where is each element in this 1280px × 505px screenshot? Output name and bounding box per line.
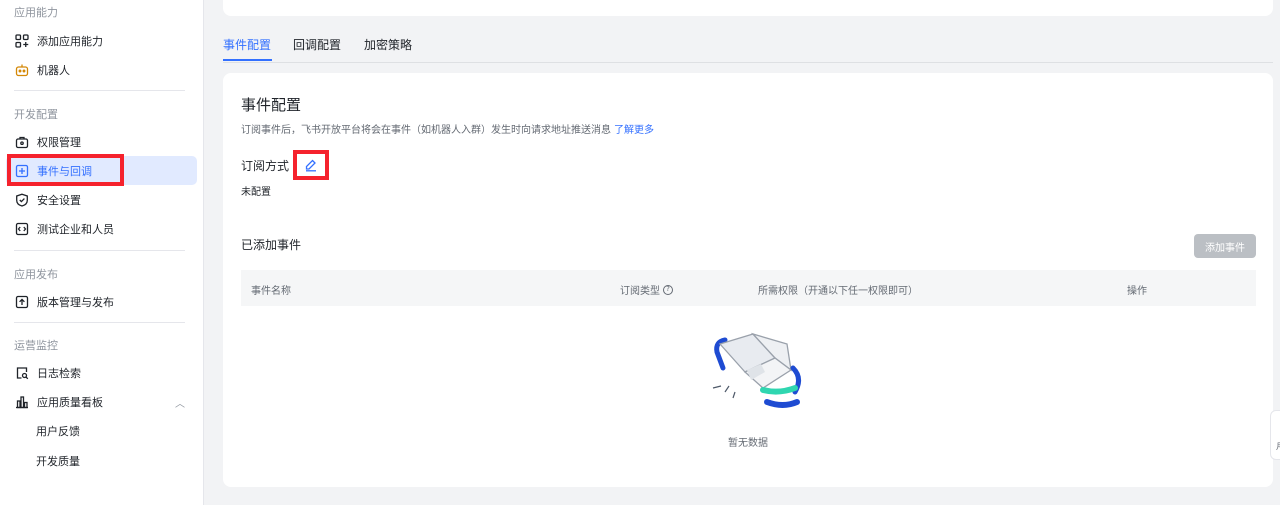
added-events-title: 已添加事件 xyxy=(241,238,302,252)
events-table-header: 事件名称 订阅类型 ? 所需权限（开通以下任一权限即可） 操作 xyxy=(241,270,1256,306)
th-subscription-type: 订阅类型 ? xyxy=(620,282,673,297)
sidebar-item-label: 权限管理 xyxy=(37,135,81,149)
section-title-app-capability: 应用能力 xyxy=(14,6,58,19)
bot-icon xyxy=(15,63,29,77)
sidebar-item-version[interactable]: 版本管理与发布 xyxy=(6,287,197,316)
tab-encryption[interactable]: 加密策略 xyxy=(364,34,412,62)
sidebar-item-label: 安全设置 xyxy=(37,193,81,207)
sidebar-divider xyxy=(14,90,185,91)
permission-icon xyxy=(15,135,29,149)
sidebar-item-user-feedback[interactable]: 用户反馈 xyxy=(6,416,197,445)
sidebar-item-bot[interactable]: 机器人 xyxy=(6,55,197,84)
th-required-permissions: 所需权限（开通以下任一权限即可） xyxy=(758,286,918,297)
sidebar-item-label: 事件与回调 xyxy=(37,164,92,178)
sidebar-item-label: 机器人 xyxy=(37,63,70,77)
sidebar-item-label: 版本管理与发布 xyxy=(37,295,114,309)
th-subscription-type-label: 订阅类型 xyxy=(620,286,660,297)
sidebar-item-label: 开发质量 xyxy=(36,454,80,468)
sidebar-item-events-callbacks[interactable]: 事件与回调 xyxy=(6,156,197,185)
sidebar-item-dev-quality[interactable]: 开发质量 xyxy=(6,446,197,475)
question-icon[interactable]: ? xyxy=(663,284,673,295)
sidebar-item-permissions[interactable]: 权限管理 xyxy=(6,127,197,156)
section-title-ops-monitor: 运营监控 xyxy=(14,339,58,352)
right-edge-tab[interactable]: 月 xyxy=(1270,410,1280,460)
empty-box-illustration xyxy=(705,328,805,418)
th-event-name: 事件名称 xyxy=(251,286,291,297)
subscription-method-label: 订阅方式 xyxy=(241,159,290,173)
test-company-icon xyxy=(15,222,29,236)
right-edge-tab-label: 月 xyxy=(1276,441,1280,452)
apps-add-icon xyxy=(15,33,29,48)
edit-icon[interactable] xyxy=(304,157,318,172)
tab-bar: 事件配置 回调配置 加密策略 xyxy=(223,34,1273,63)
sidebar-divider xyxy=(14,250,185,251)
sidebar-item-add-capability[interactable]: 添加应用能力 xyxy=(6,26,197,55)
section-title-app-release: 应用发布 xyxy=(14,268,58,281)
sidebar-divider xyxy=(14,322,185,323)
event-config-card: 事件配置 订阅事件后，飞书开放平台将会在事件（如机器人入群）发生时向请求地址推送… xyxy=(223,73,1273,487)
section-title-dev-config: 开发配置 xyxy=(14,108,58,121)
sidebar-item-label: 用户反馈 xyxy=(36,424,80,438)
log-search-icon xyxy=(15,366,29,380)
sidebar-item-security[interactable]: 安全设置 xyxy=(6,185,197,214)
event-icon xyxy=(15,164,29,178)
sidebar-item-test-company[interactable]: 测试企业和人员 xyxy=(6,214,197,243)
sidebar-item-label: 添加应用能力 xyxy=(37,34,103,48)
th-actions: 操作 xyxy=(1127,286,1147,297)
sidebar: 应用能力 添加应用能力 机器人 开发配置 权限管理 事件与回调 安全设置 测试企… xyxy=(0,0,204,505)
bar-chart-icon xyxy=(15,395,29,409)
tab-active-indicator xyxy=(223,59,272,61)
sidebar-item-quality-board[interactable]: 应用质量看板 ︿ xyxy=(6,387,197,416)
top-card xyxy=(223,0,1273,16)
empty-state-text: 暂无数据 xyxy=(728,438,768,449)
sidebar-item-label: 测试企业和人员 xyxy=(37,222,114,236)
add-event-button[interactable]: 添加事件 xyxy=(1194,234,1256,258)
sidebar-item-label: 应用质量看板 xyxy=(37,395,103,409)
description-text: 订阅事件后，飞书开放平台将会在事件（如机器人入群）发生时向请求地址推送消息 xyxy=(241,125,611,136)
tab-event-config[interactable]: 事件配置 xyxy=(223,34,271,62)
sidebar-item-label: 日志检索 xyxy=(37,366,81,380)
card-title: 事件配置 xyxy=(241,96,302,114)
shield-icon xyxy=(15,193,29,207)
subscription-method-value: 未配置 xyxy=(241,187,271,198)
chevron-up-icon[interactable]: ︿ xyxy=(175,395,185,410)
tab-callback-config[interactable]: 回调配置 xyxy=(293,34,341,62)
upload-icon xyxy=(15,295,29,309)
card-description: 订阅事件后，飞书开放平台将会在事件（如机器人入群）发生时向请求地址推送消息 了解更… xyxy=(241,121,654,136)
learn-more-link[interactable]: 了解更多 xyxy=(614,125,654,136)
sidebar-item-log-search[interactable]: 日志检索 xyxy=(6,358,197,387)
